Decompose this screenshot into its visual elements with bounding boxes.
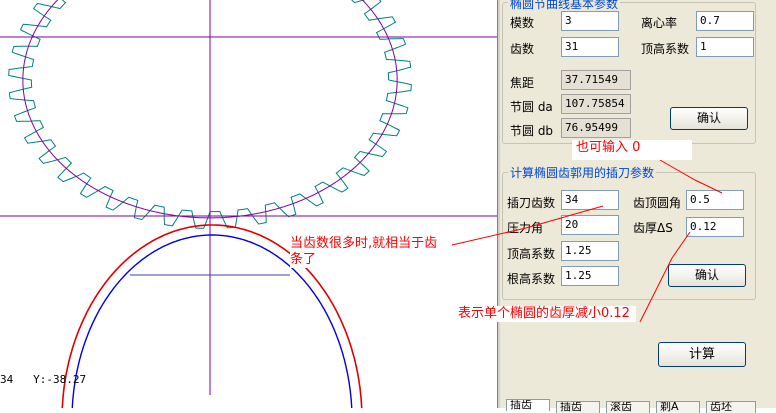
focal-label: 焦距 <box>510 76 535 90</box>
parameter-panel: 椭圆节曲线基本参数 模数 3 离心率 0.7 齿数 31 顶高系数 1 焦距 3… <box>500 0 776 408</box>
pitch-b-value: 76.95499 <box>561 118 631 138</box>
cutter-teeth-label: 插刀齿数 <box>507 196 556 210</box>
cutter-teeth-input[interactable]: 34 <box>561 190 619 210</box>
confirm-basic-button[interactable]: 确认 <box>670 107 748 130</box>
confirm-cutter-button[interactable]: 确认 <box>668 264 746 287</box>
cutter-addendum-input[interactable]: 1.25 <box>561 241 619 261</box>
drawing-canvas[interactable]: 34 Y:-38.27 <box>0 0 497 408</box>
cutter-params-title: 计算椭圆齿郭用的插刀参数 <box>508 164 657 181</box>
tip-round-input[interactable]: 0.5 <box>686 190 744 210</box>
bottom-tab-strip: 插齿 插齿 滚齿 剃A 齿坯 <box>500 398 776 413</box>
tab-4[interactable]: 齿坯 <box>706 401 756 413</box>
addendum-coef-label: 顶高系数 <box>641 42 690 56</box>
pressure-angle-input[interactable]: 20 <box>561 215 619 235</box>
modulus-label: 模数 <box>510 16 535 30</box>
modulus-input[interactable]: 3 <box>561 11 619 31</box>
pitch-a-label: 节圆 da <box>510 100 553 114</box>
gear-drawing <box>0 0 497 408</box>
cutter-addendum-label: 顶高系数 <box>507 247 556 261</box>
tab-2[interactable]: 滚齿 <box>606 401 650 413</box>
pitch-b-label: 节圆 db <box>510 124 554 138</box>
addendum-coef-input[interactable]: 1 <box>696 37 754 57</box>
teeth-label: 齿数 <box>510 42 535 56</box>
pitch-a-value: 107.75854 <box>561 94 631 114</box>
rack-note: 当齿数很多时,就相当于齿条了 <box>290 236 450 268</box>
coordinate-readout: 34 Y:-38.27 <box>0 373 87 386</box>
eccentricity-label: 离心率 <box>641 16 678 30</box>
calculate-button[interactable]: 计算 <box>658 342 746 367</box>
tab-3[interactable]: 剃A <box>656 401 700 413</box>
thickness-note: 表示单个椭圆的齿厚减小0.12 <box>458 306 636 322</box>
tooth-thickness-label: 齿厚ΔS <box>633 221 673 235</box>
tooth-thickness-input[interactable]: 0.12 <box>686 217 744 237</box>
tip-round-label: 齿顶圆角 <box>633 196 682 210</box>
cutter-dedendum-input[interactable]: 1.25 <box>561 266 619 286</box>
tab-0[interactable]: 插齿 <box>506 399 550 411</box>
focal-value: 37.71549 <box>561 70 631 90</box>
tab-1[interactable]: 插齿 <box>556 401 600 413</box>
cutter-dedendum-label: 根高系数 <box>507 272 556 286</box>
teeth-input[interactable]: 31 <box>561 37 619 57</box>
zero-note: 也可输入 0 <box>572 140 692 160</box>
eccentricity-input[interactable]: 0.7 <box>696 11 754 31</box>
pressure-angle-label: 压力角 <box>507 221 544 235</box>
